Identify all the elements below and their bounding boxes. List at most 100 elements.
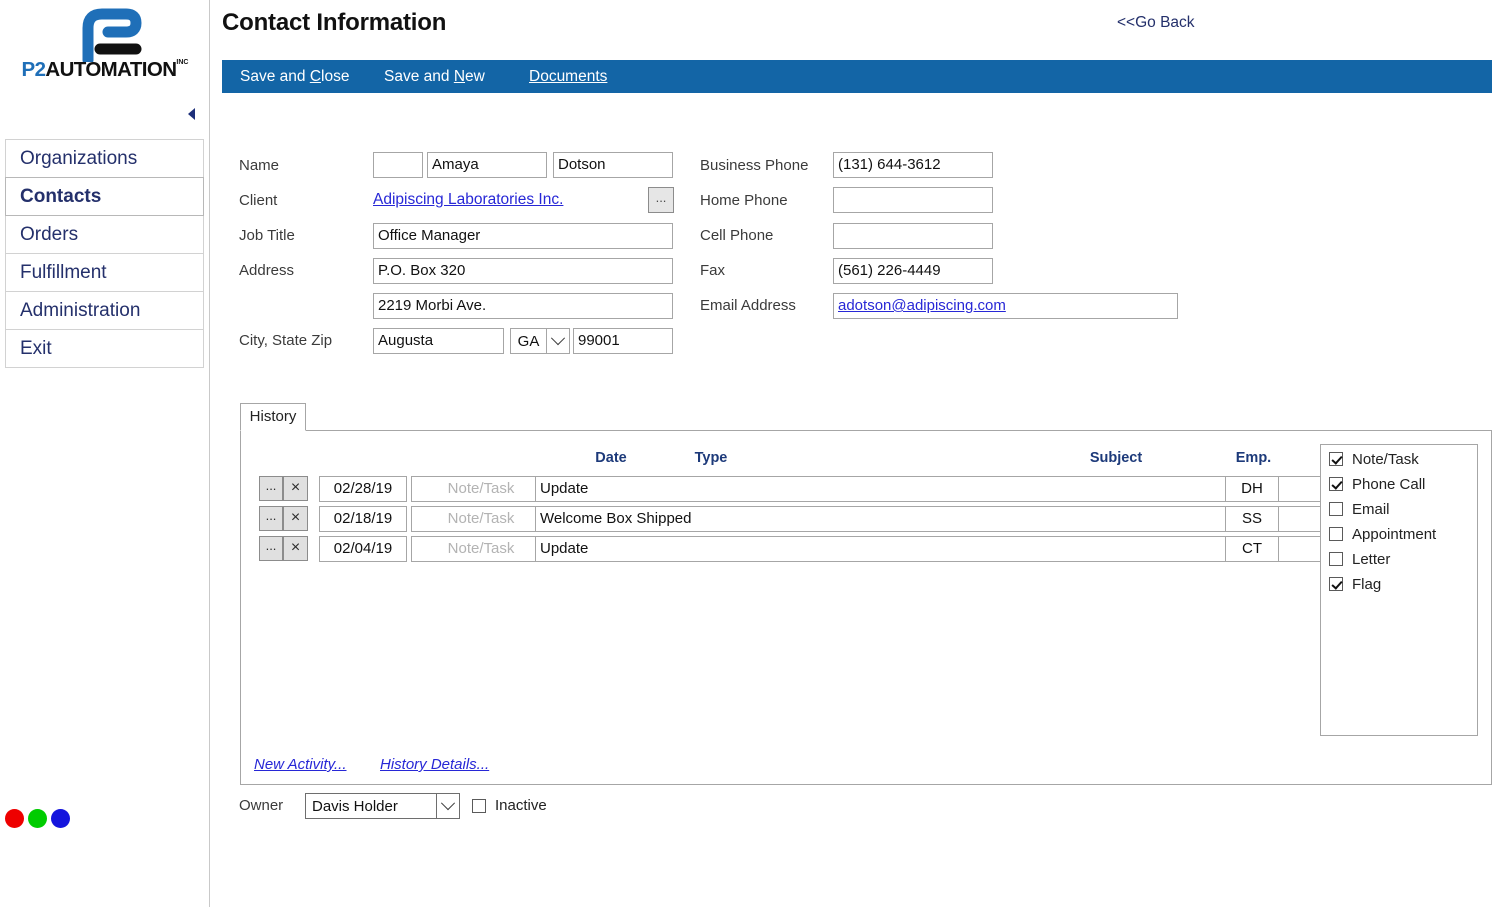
logo-text-automation: AUTOMATION	[45, 58, 177, 81]
status-dot-red[interactable]	[5, 809, 24, 828]
action-toolbar: Save and Close Save and New Documents	[222, 60, 1492, 93]
label-business-phone: Business Phone	[700, 157, 809, 174]
column-header-emp: Emp.	[1235, 450, 1272, 466]
label-address: Address	[239, 262, 295, 279]
status-indicator-dots	[5, 809, 75, 829]
label-cell-phone: Cell Phone	[700, 227, 774, 244]
column-header-subject: Subject	[1089, 450, 1143, 466]
client-browse-button[interactable]: ...	[648, 187, 674, 213]
row-delete-button[interactable]: ×	[283, 536, 308, 561]
row-delete-button[interactable]: ×	[283, 506, 308, 531]
chevron-down-icon	[436, 794, 459, 818]
filter-row-email[interactable]: Email	[1329, 499, 1390, 519]
filter-row-note-task[interactable]: Note/Task	[1329, 449, 1419, 469]
label-home-phone: Home Phone	[700, 192, 788, 209]
filter-checkbox-flag[interactable]	[1329, 577, 1343, 591]
collapse-sidebar-arrow-icon[interactable]	[188, 108, 195, 120]
row-date-input[interactable]: 02/28/19	[319, 476, 407, 502]
email-link[interactable]: adotson@adipiscing.com	[838, 297, 1006, 314]
row-browse-button[interactable]: ...	[259, 536, 283, 561]
label-fax: Fax	[700, 262, 726, 279]
logo-text-inc: INC	[176, 59, 189, 66]
sidebar-item-fulfillment[interactable]: Fulfillment	[5, 253, 204, 292]
filter-row-letter[interactable]: Letter	[1329, 549, 1390, 569]
filter-label-appointment: Appointment	[1352, 525, 1437, 543]
p2-logo-mark-icon	[82, 8, 142, 62]
filter-label-flag: Flag	[1352, 575, 1382, 593]
row-date-input[interactable]: 02/18/19	[319, 506, 407, 532]
toolbar-save-and-close-button[interactable]: Save and Close	[240, 60, 349, 93]
logo-text-p2: P2	[21, 58, 46, 81]
sidebar: P2AUTOMATIONINC Organizations Contacts Ord…	[0, 0, 210, 907]
address-line2-input[interactable]: 2219 Morbi Ave.	[373, 293, 673, 319]
label-owner: Owner	[239, 797, 284, 814]
inactive-checkbox[interactable]	[472, 798, 486, 813]
label-job-title: Job Title	[239, 227, 295, 244]
job-title-input[interactable]: Office Manager	[373, 223, 673, 249]
history-filter-panel: Note/Task Phone Call Email Appointment Lette…	[1320, 444, 1478, 736]
sidebar-item-exit[interactable]: Exit	[5, 329, 204, 368]
email-input[interactable]: adotson@adipiscing.com	[833, 293, 1178, 319]
tab-history[interactable]: History	[240, 403, 306, 431]
name-prefix-input[interactable]	[373, 152, 423, 178]
table-row: ... × 02/28/19 Note/Task Update DH	[241, 476, 1491, 504]
row-date-input[interactable]: 02/04/19	[319, 536, 407, 562]
filter-checkbox-note-task[interactable]	[1329, 452, 1343, 466]
status-dot-green[interactable]	[28, 809, 47, 828]
go-back-link[interactable]: <<Go Back	[1117, 14, 1195, 32]
address-line1-input[interactable]: P.O. Box 320	[373, 258, 673, 284]
business-phone-input[interactable]: (131) 644-3612	[833, 152, 993, 178]
sidebar-item-contacts[interactable]: Contacts	[5, 177, 204, 216]
filter-checkbox-email[interactable]	[1329, 502, 1343, 516]
sidebar-nav: Organizations Contacts Orders Fulfillment Ad…	[5, 139, 204, 368]
label-client: Client	[239, 192, 278, 209]
last-name-input[interactable]: Dotson	[553, 152, 673, 178]
toolbar-save-and-new-button[interactable]: Save and New	[384, 60, 485, 93]
link-history-details[interactable]: History Details...	[380, 756, 489, 773]
owner-select[interactable]: Davis Holder	[305, 793, 460, 819]
history-panel: Date Type Subject Emp.... × 02/28/19 Note/Task…	[240, 430, 1492, 785]
page-title: Contact Information	[222, 9, 447, 36]
table-row: ... × 02/18/19 Note/Task Welcome Box Shipped…	[241, 506, 1491, 534]
city-input[interactable]: Augusta	[373, 328, 504, 354]
row-emp-input[interactable]: SS	[1225, 506, 1279, 532]
state-select-value: GA	[517, 332, 540, 350]
row-browse-button[interactable]: ...	[259, 506, 283, 531]
zip-input[interactable]: 99001	[573, 328, 673, 354]
home-phone-input[interactable]	[833, 187, 993, 213]
link-new-activity[interactable]: New Activity...	[254, 756, 347, 773]
filter-row-flag[interactable]: Flag	[1329, 574, 1381, 594]
sidebar-item-organizations[interactable]: Organizations	[5, 139, 204, 178]
filter-checkbox-appointment[interactable]	[1329, 527, 1343, 541]
row-type-input: Note/Task	[411, 506, 551, 532]
sidebar-item-orders[interactable]: Orders	[5, 215, 204, 254]
fax-input[interactable]: (561) 226-4449	[833, 258, 993, 284]
status-dot-blue[interactable]	[51, 809, 70, 828]
first-name-input[interactable]: Amaya	[427, 152, 547, 178]
column-header-type: Type	[694, 450, 728, 466]
label-city-state-zip: City, State Zip	[239, 332, 333, 349]
filter-row-phone-call[interactable]: Phone Call	[1329, 474, 1425, 494]
toolbar-documents-button[interactable]: Documents	[529, 60, 607, 93]
state-select[interactable]: GA	[510, 328, 570, 354]
cell-phone-input[interactable]	[833, 223, 993, 249]
client-link[interactable]: Adipiscing Laboratories Inc.	[373, 191, 563, 209]
inactive-checkbox-row[interactable]: Inactive	[472, 797, 547, 814]
row-emp-input[interactable]: CT	[1225, 536, 1279, 562]
filter-checkbox-letter[interactable]	[1329, 552, 1343, 566]
chevron-down-icon	[546, 329, 569, 353]
filter-row-appointment[interactable]: Appointment	[1329, 524, 1436, 544]
row-emp-input[interactable]: DH	[1225, 476, 1279, 502]
logo-wordmark: P2AUTOMATIONINC	[10, 58, 200, 82]
app-logo: P2AUTOMATIONINC	[0, 0, 209, 96]
label-name: Name	[239, 157, 280, 174]
owner-select-value: Davis Holder	[312, 797, 398, 815]
row-browse-button[interactable]: ...	[259, 476, 283, 501]
filter-label-note-task: Note/Task	[1352, 450, 1419, 468]
filter-label-phone-call: Phone Call	[1352, 475, 1426, 493]
row-delete-button[interactable]: ×	[283, 476, 308, 501]
table-row: ... × 02/04/19 Note/Task Update CT	[241, 536, 1491, 564]
sidebar-item-administration[interactable]: Administration	[5, 291, 204, 330]
label-email-address: Email Address	[700, 297, 796, 314]
filter-checkbox-phone-call[interactable]	[1329, 477, 1343, 491]
